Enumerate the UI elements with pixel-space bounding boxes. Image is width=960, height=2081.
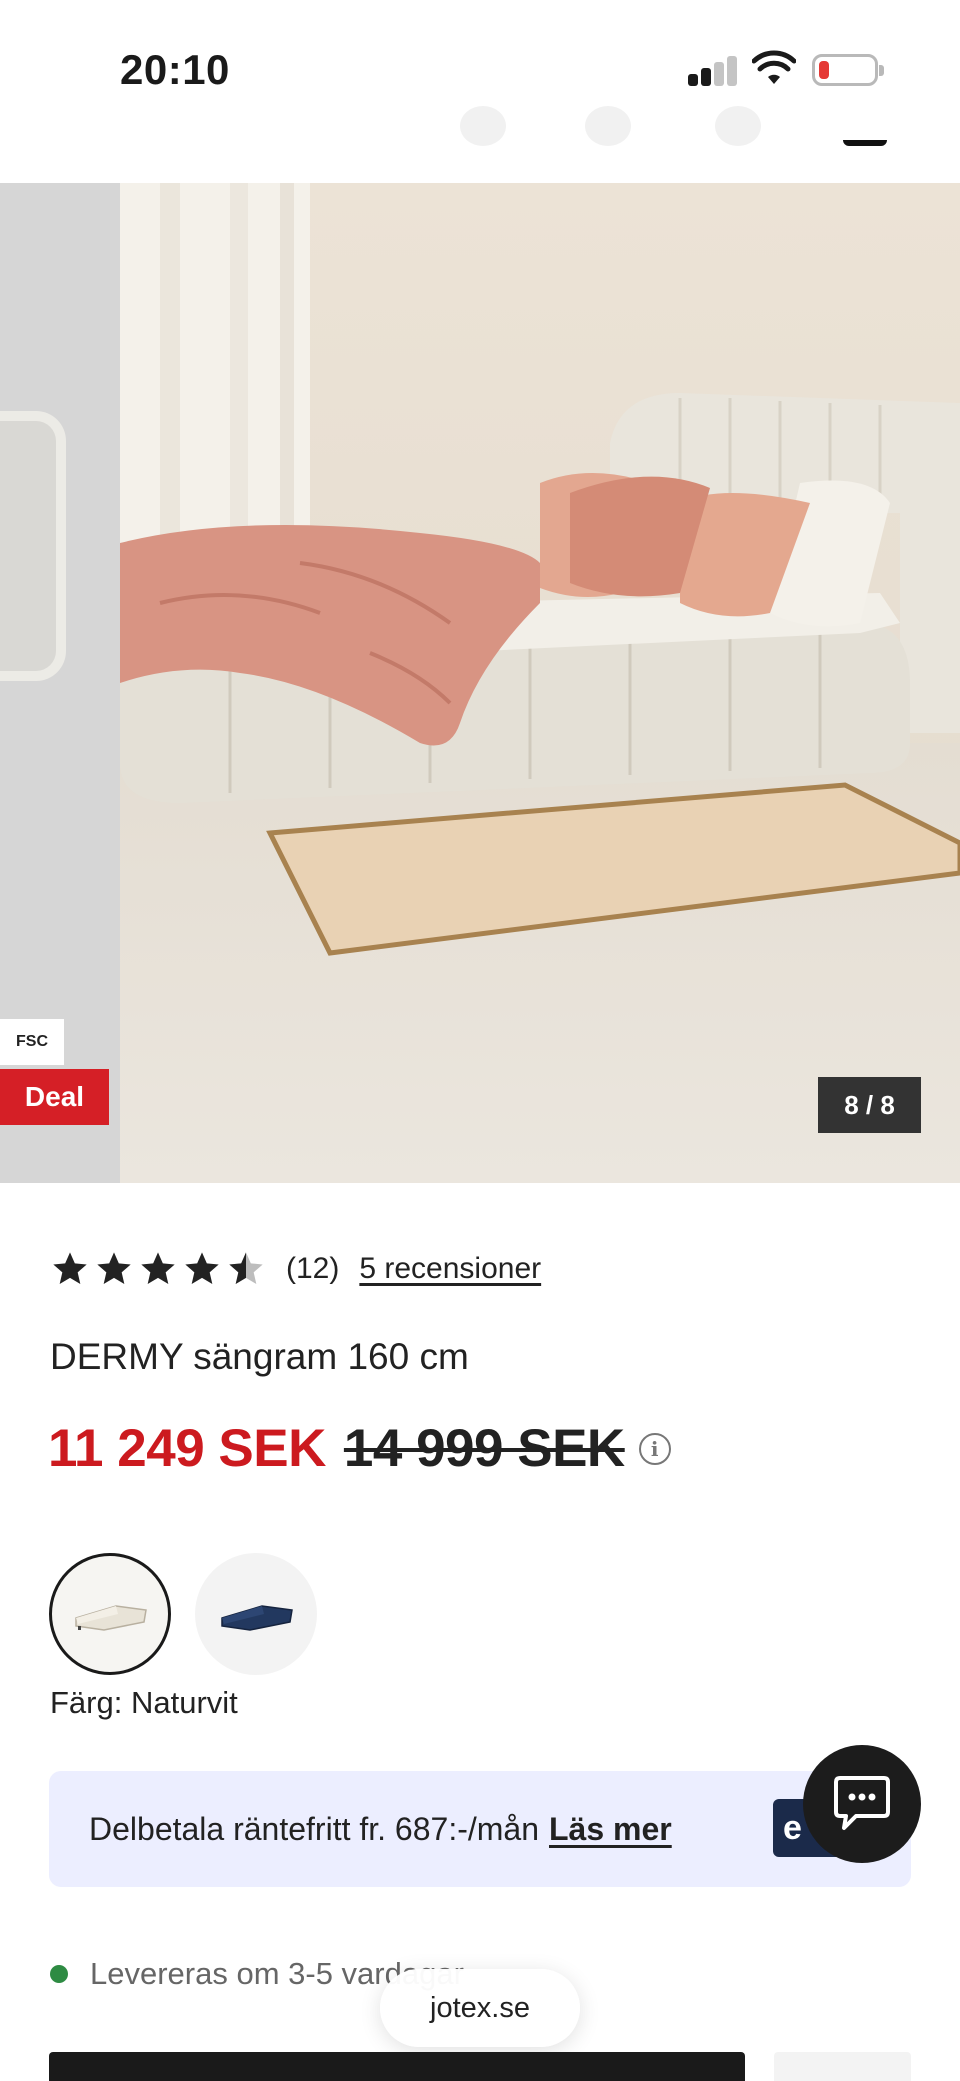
color-swatches <box>49 1553 317 1675</box>
rating-stars <box>50 1249 266 1289</box>
chat-button[interactable] <box>803 1745 921 1863</box>
bed-thumbnail-blue <box>221 1605 293 1631</box>
product-image[interactable] <box>120 183 960 1183</box>
swatch-naturvit[interactable] <box>49 1553 171 1675</box>
price-current: 11 249 SEK <box>48 1419 326 1478</box>
deal-badge: Deal <box>0 1069 109 1125</box>
color-label: Färg: Naturvit <box>50 1685 238 1720</box>
read-more-link[interactable]: Läs mer <box>549 1811 672 1847</box>
product-image-gallery[interactable]: FSC Deal 8 / 8 <box>0 183 960 1183</box>
product-title: DERMY sängram 160 cm <box>50 1336 469 1377</box>
swatch-blue[interactable] <box>195 1553 317 1675</box>
star-icon <box>185 1252 219 1284</box>
star-icon <box>141 1252 175 1284</box>
rating-row: (12) 5 recensioner <box>50 1244 541 1294</box>
in-stock-indicator <box>50 1965 68 1983</box>
wishlist-button[interactable] <box>774 2052 911 2081</box>
price-row: 11 249 SEK 14 999 SEK i <box>48 1418 671 1479</box>
star-half-icon <box>229 1252 263 1284</box>
battery-icon <box>812 54 884 86</box>
rating-count: (12) <box>286 1252 340 1285</box>
payment-text: Delbetala räntefritt fr. 687:-/mån Läs me… <box>89 1811 672 1848</box>
add-to-cart-button[interactable] <box>49 2052 745 2081</box>
reviews-link[interactable]: 5 recensioner <box>359 1252 541 1286</box>
cellular-signal-icon <box>688 56 738 86</box>
price-original: 14 999 SEK <box>343 1419 625 1478</box>
status-time: 20:10 <box>120 46 230 93</box>
star-icon <box>53 1252 87 1284</box>
fsc-badge: FSC <box>0 1019 64 1065</box>
payment-banner: Delbetala räntefritt fr. 687:-/mån Läs me… <box>49 1771 911 1887</box>
star-icon <box>97 1252 131 1284</box>
image-counter: 8 / 8 <box>818 1077 921 1133</box>
header-nav-remnants <box>0 106 960 182</box>
bed-thumbnail-white <box>75 1605 147 1631</box>
info-icon[interactable]: i <box>638 1432 671 1465</box>
payment-text-body: Delbetala räntefritt fr. 687:-/mån <box>89 1811 539 1847</box>
browser-url-pill[interactable]: jotex.se <box>380 1969 580 2047</box>
chat-icon <box>834 1776 890 1830</box>
wifi-icon <box>752 50 796 84</box>
